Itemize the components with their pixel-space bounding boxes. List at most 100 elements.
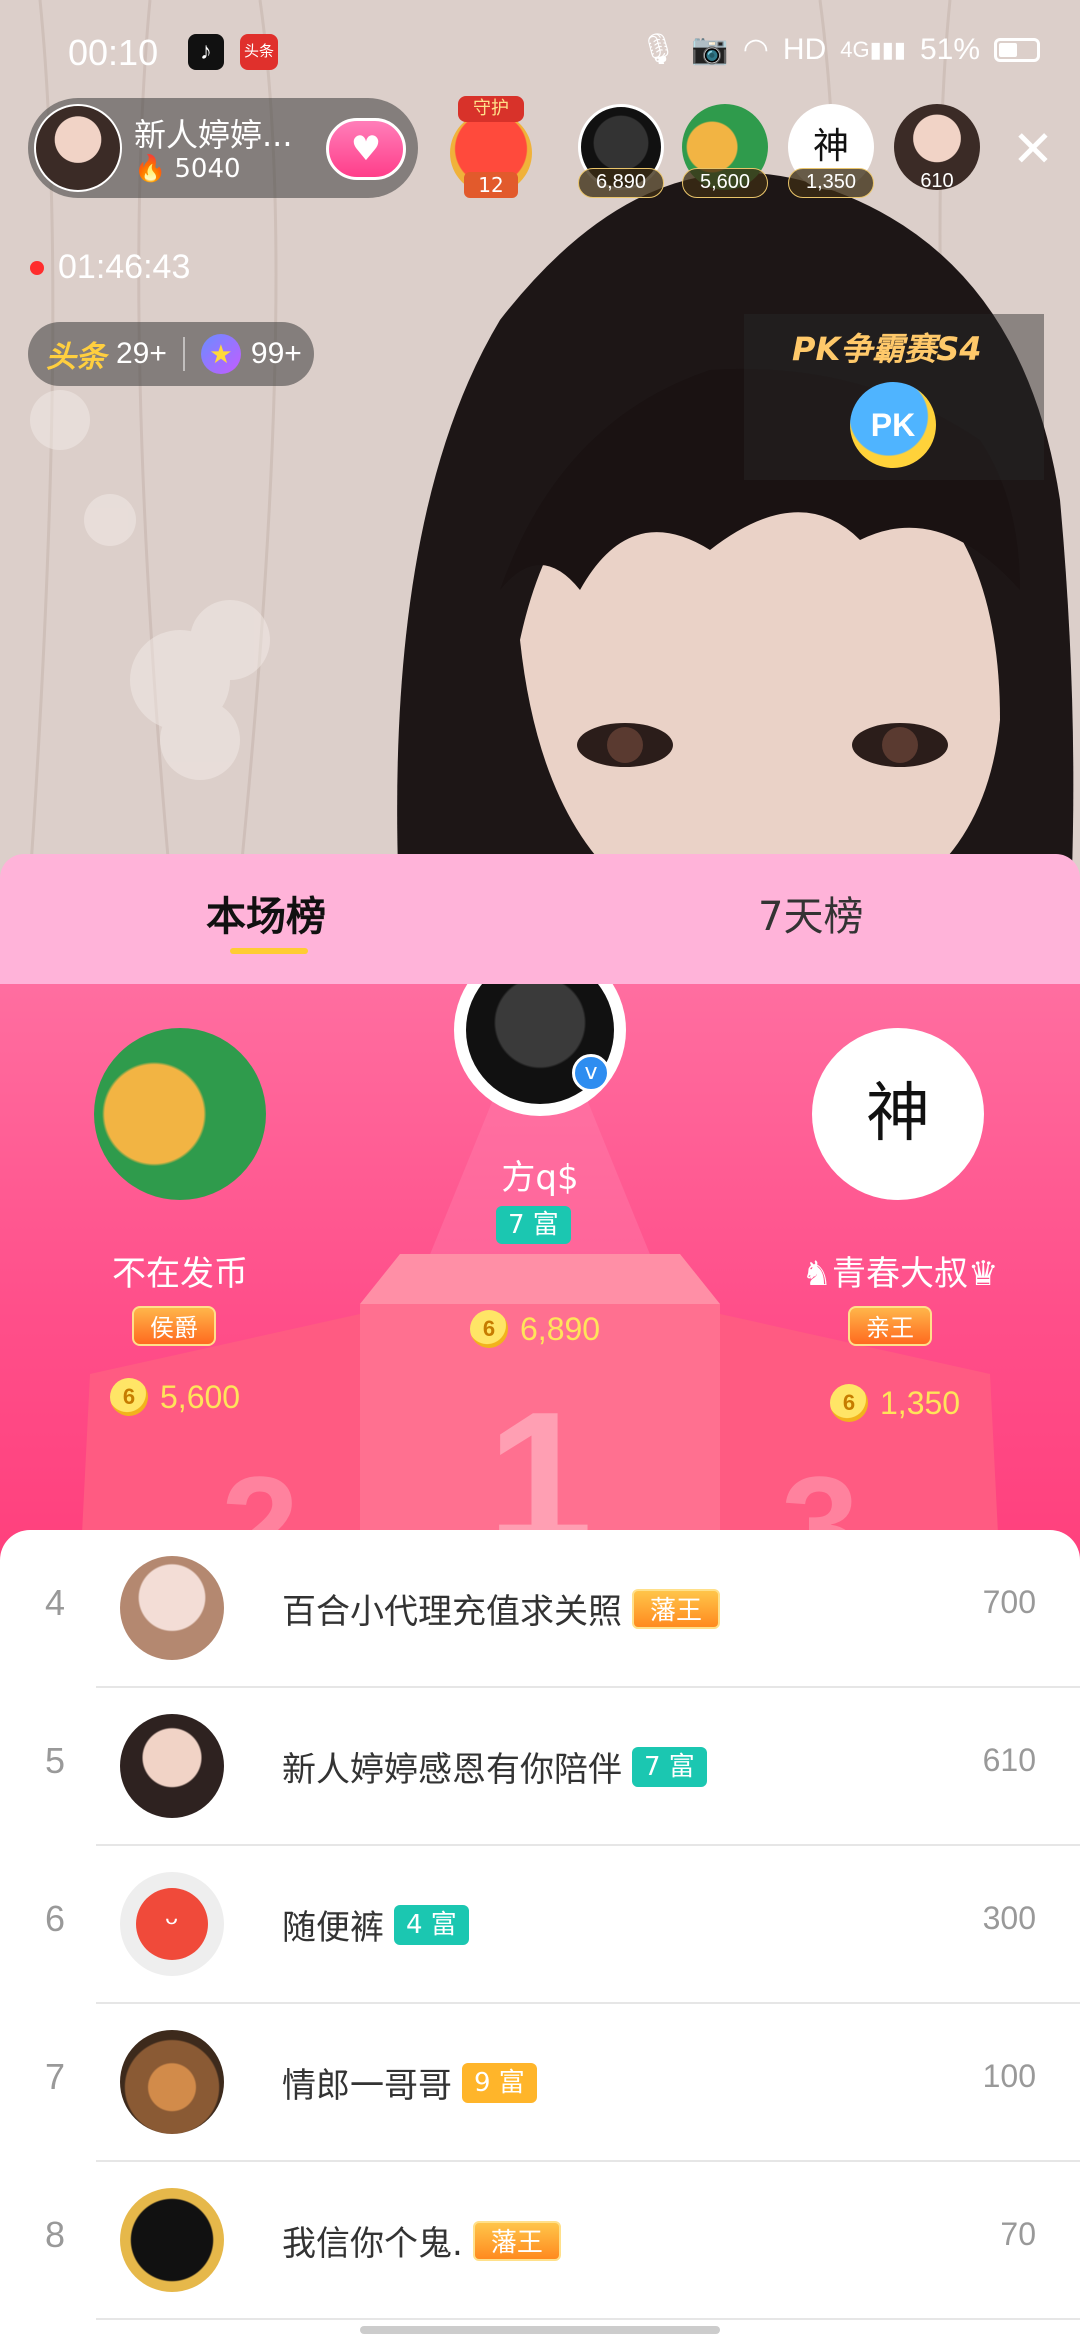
tab-active-indicator: [230, 948, 308, 954]
camera-icon: 📷: [691, 33, 729, 66]
list-badge: 藩王: [472, 2220, 561, 2261]
list-badge: 藩王: [632, 1588, 721, 1629]
third-place-coin-value: 1,350: [880, 1384, 961, 1421]
list-score: 70: [1000, 2216, 1036, 2252]
coin-icon: 6: [470, 1310, 508, 1348]
coin-icon: 6: [830, 1384, 868, 1422]
list-score: 300: [982, 1900, 1036, 1936]
list-item[interactable]: 8 我信你个鬼. 藩王 70: [0, 2162, 1080, 2320]
toutiao-count: 29+: [116, 337, 167, 370]
star-count: 99+: [250, 337, 302, 370]
hd-label: HD: [782, 32, 827, 66]
viewer-avatar-1[interactable]: 6,890: [578, 104, 664, 198]
viewer-avatar-2[interactable]: 5,600: [682, 104, 768, 198]
tab-seven-day[interactable]: 7天榜: [758, 884, 863, 942]
second-place-coin-value: 5,600: [160, 1378, 241, 1415]
verified-icon: v: [572, 1054, 610, 1092]
host-heat: 🔥 5040: [134, 154, 241, 184]
heart-wings-icon: ♥: [350, 129, 382, 169]
tiktok-icon: ♪: [188, 34, 224, 70]
list-name-text: 新人婷婷感恩有你陪伴: [282, 1750, 622, 1790]
close-icon[interactable]: ✕: [1012, 124, 1054, 174]
pk-button[interactable]: PK: [850, 382, 936, 468]
microphone-icon: 🎙: [639, 33, 678, 66]
live-dot-icon: [30, 260, 44, 275]
first-place-name: 方q$: [501, 1158, 579, 1198]
second-place-coins: 6 5,600: [110, 1378, 240, 1416]
live-duration: 01:46:43: [58, 248, 191, 286]
list-rank: 6: [44, 1898, 66, 1939]
ranking-list: 4 百合小代理充值求关照 藩王 700 5 新人婷婷感恩有你陪伴 7 富 610…: [0, 1530, 1080, 2340]
third-place-avatar[interactable]: 神: [812, 1028, 984, 1200]
status-time: 00:10: [68, 32, 159, 73]
list-avatar[interactable]: [120, 1714, 224, 1818]
list-name: 新人婷婷感恩有你陪伴 7 富: [282, 1742, 707, 1791]
status-right-icons: 🎙 📷 ◠ HD 4G▮▮▮ 51%: [639, 32, 1040, 67]
viewer-count: 610: [920, 170, 954, 192]
guard-count: 12: [464, 172, 518, 198]
list-item[interactable]: 7 情郎一哥哥 9 富 100: [0, 2004, 1080, 2162]
second-place-name: 不在发币: [112, 1254, 248, 1294]
list-badge: 9 富: [462, 2062, 537, 2103]
ranking-tabs: 本场榜 7天榜: [0, 854, 1080, 984]
status-bar: 00:10 ♪ 头条 🎙 📷 ◠ HD 4G▮▮▮ 51%: [0, 0, 1080, 105]
list-badge: 7 富: [632, 1746, 707, 1787]
host-heat-value: 5040: [174, 154, 241, 184]
third-place-coins: 6 1,350: [830, 1384, 960, 1422]
divider: [96, 2318, 1080, 2320]
list-item[interactable]: 5 新人婷婷感恩有你陪伴 7 富 610: [0, 1688, 1080, 1846]
flame-icon: 🔥: [134, 154, 167, 184]
list-name: 百合小代理充值求关照 藩王: [282, 1584, 721, 1633]
list-score: 700: [982, 1584, 1036, 1620]
viewer-count: 6,890: [578, 168, 664, 198]
host-avatar[interactable]: [34, 104, 122, 192]
second-place-badge: 侯爵: [132, 1306, 216, 1346]
list-avatar[interactable]: ᵕ: [120, 1872, 224, 1976]
toutiao-icon: 头条: [240, 34, 278, 70]
guard-label: 守护: [458, 96, 524, 122]
list-rank: 4: [44, 1582, 66, 1623]
wifi-icon: ◠: [742, 33, 769, 66]
list-name: 我信你个鬼. 藩王: [282, 2216, 561, 2265]
viewer-count: 1,350: [788, 168, 874, 198]
rank-pill[interactable]: 头条 29+ ★ 99+: [28, 322, 314, 386]
viewer-count: 5,600: [682, 168, 768, 198]
second-place-avatar[interactable]: [94, 1028, 266, 1200]
list-score: 610: [982, 1742, 1036, 1778]
first-place-coins: 6 6,890: [470, 1310, 600, 1348]
viewer-avatar-4[interactable]: 610: [894, 104, 980, 196]
battery-icon: [994, 37, 1040, 62]
list-name-text: 情郎一哥哥: [282, 2066, 452, 2106]
home-indicator[interactable]: [360, 2326, 720, 2334]
list-rank: 8: [44, 2214, 66, 2255]
star-icon: ★: [200, 334, 241, 374]
signal-icon: 4G▮▮▮: [840, 36, 906, 62]
divider: [182, 337, 185, 371]
coin-icon: 6: [110, 1378, 148, 1416]
list-name-text: 百合小代理充值求关照: [282, 1592, 622, 1632]
list-name-text: 我信你个鬼.: [282, 2224, 463, 2264]
third-place-name: ♞青春大叔♛: [801, 1254, 999, 1294]
pk-panel[interactable]: PK争霸赛S4 PK: [744, 314, 1044, 480]
list-avatar[interactable]: [120, 1556, 224, 1660]
battery-percent: 51%: [919, 32, 980, 66]
list-badge: 4 富: [394, 1904, 469, 1945]
podium: 1 2 3 v 方q$ 7 富 6 6,890 不在发币 侯爵 6 5,600 …: [0, 984, 1080, 1574]
streamer-face: [397, 172, 1074, 880]
first-place-badge: 7 富: [496, 1206, 571, 1244]
tab-current-session[interactable]: 本场榜: [206, 884, 326, 942]
pk-title: PK争霸赛S4: [792, 330, 982, 368]
guard-badge[interactable]: 守护 12: [436, 96, 546, 200]
list-avatar[interactable]: [120, 2188, 224, 2292]
list-rank: 5: [44, 1740, 66, 1781]
list-score: 100: [982, 2058, 1036, 2094]
list-item[interactable]: 6 ᵕ 随便裤 4 富 300: [0, 1846, 1080, 2004]
list-rank: 7: [44, 2056, 66, 2097]
list-avatar[interactable]: [120, 2030, 224, 2134]
follow-button[interactable]: ♥: [326, 118, 406, 180]
first-place-coin-value: 6,890: [520, 1310, 601, 1347]
list-name-text: 随便裤: [282, 1908, 384, 1948]
toutiao-label: 头条: [46, 341, 106, 374]
viewer-avatar-3[interactable]: 神 1,350: [788, 104, 874, 198]
list-item[interactable]: 4 百合小代理充值求关照 藩王 700: [0, 1530, 1080, 1688]
